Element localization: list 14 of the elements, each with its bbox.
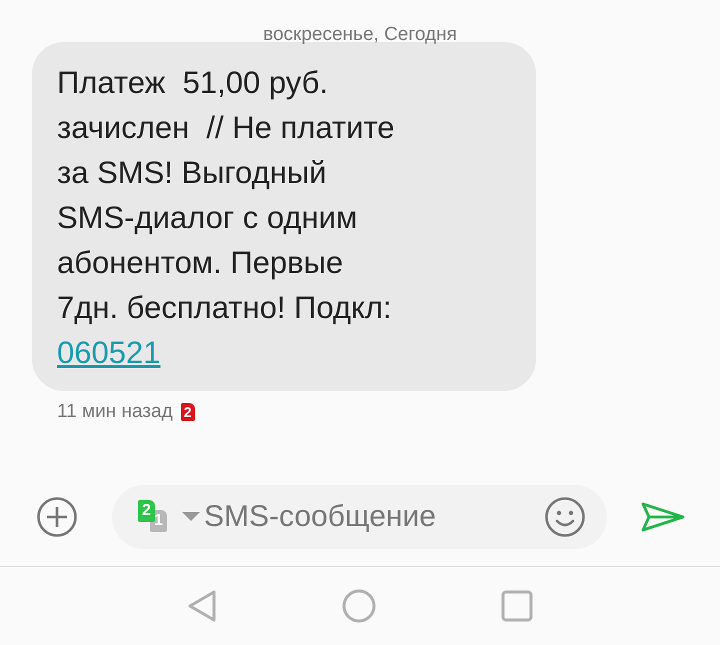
message-field[interactable]: 2 1 SMS-сообщение bbox=[112, 485, 607, 549]
date-header: воскресенье, Сегодня bbox=[262, 23, 458, 42]
phone-link[interactable]: 060521 bbox=[57, 335, 160, 370]
message-time: 11 мин назад bbox=[57, 401, 173, 423]
send-icon[interactable] bbox=[641, 502, 685, 532]
emoji-icon[interactable] bbox=[544, 496, 586, 538]
sim-badge: 2 bbox=[180, 403, 195, 421]
sim-selector[interactable]: 2 1 bbox=[138, 500, 174, 534]
add-icon[interactable] bbox=[36, 496, 78, 538]
caret-icon[interactable] bbox=[182, 512, 200, 522]
home-icon[interactable] bbox=[342, 589, 376, 623]
recent-apps-icon[interactable] bbox=[501, 590, 533, 622]
back-icon[interactable] bbox=[187, 589, 217, 623]
message-text: Платеж 51,00 руб. зачислен // Не платите за SMS! Выгодный SMS-диалог с одним абонентом. Первые 7дн. бесплатно! Подкл: 060521 bbox=[57, 64, 396, 372]
